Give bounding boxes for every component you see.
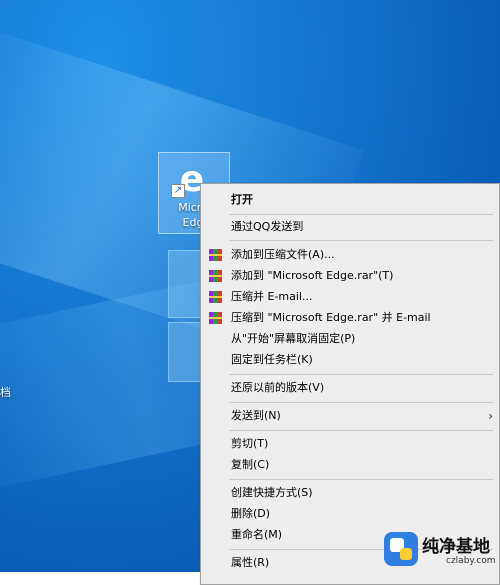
desktop-item-label[interactable]: 档 [0, 384, 11, 400]
menu-separator [229, 430, 493, 431]
watermark-url: czlaby.com [446, 556, 496, 566]
watermark: 纯净基地 czlaby.com [376, 526, 500, 572]
menu-item-open[interactable]: 打开 [201, 190, 499, 210]
menu-item-unpin-from-start[interactable]: 从"开始"屏幕取消固定(P) [201, 329, 499, 349]
winrar-icon [209, 312, 222, 324]
menu-item-copy[interactable]: 复制(C) [201, 455, 499, 475]
menu-item-delete[interactable]: 删除(D) [201, 504, 499, 524]
menu-item-send-to[interactable]: 发送到(N) › [201, 406, 499, 426]
menu-item-add-to-archive[interactable]: 添加到压缩文件(A)... [201, 245, 499, 265]
menu-separator [229, 374, 493, 375]
menu-item-compress-and-email[interactable]: 压缩并 E-mail... [201, 287, 499, 307]
menu-separator [229, 479, 493, 480]
menu-separator [229, 402, 493, 403]
winrar-icon [209, 270, 222, 282]
watermark-title: 纯净基地 [422, 537, 490, 557]
menu-item-send-via-qq[interactable]: 通过QQ发送到 [201, 217, 499, 237]
menu-separator [229, 240, 493, 241]
menu-item-pin-to-taskbar[interactable]: 固定到任务栏(K) [201, 350, 499, 370]
winrar-icon [209, 291, 222, 303]
shortcut-arrow-icon: ↗ [171, 184, 185, 198]
menu-separator [229, 214, 493, 215]
menu-item-add-to-rar[interactable]: 添加到 "Microsoft Edge.rar"(T) [201, 266, 499, 286]
submenu-arrow-icon: › [488, 409, 493, 423]
context-menu: 打开 通过QQ发送到 添加到压缩文件(A)... 添加到 "Microsoft … [200, 183, 500, 585]
menu-item-create-shortcut[interactable]: 创建快捷方式(S) [201, 483, 499, 503]
menu-item-cut[interactable]: 剪切(T) [201, 434, 499, 454]
menu-item-restore-previous-versions[interactable]: 还原以前的版本(V) [201, 378, 499, 398]
watermark-logo-icon [384, 532, 418, 566]
menu-item-compress-to-rar-and-email[interactable]: 压缩到 "Microsoft Edge.rar" 并 E-mail [201, 308, 499, 328]
winrar-icon [209, 249, 222, 261]
